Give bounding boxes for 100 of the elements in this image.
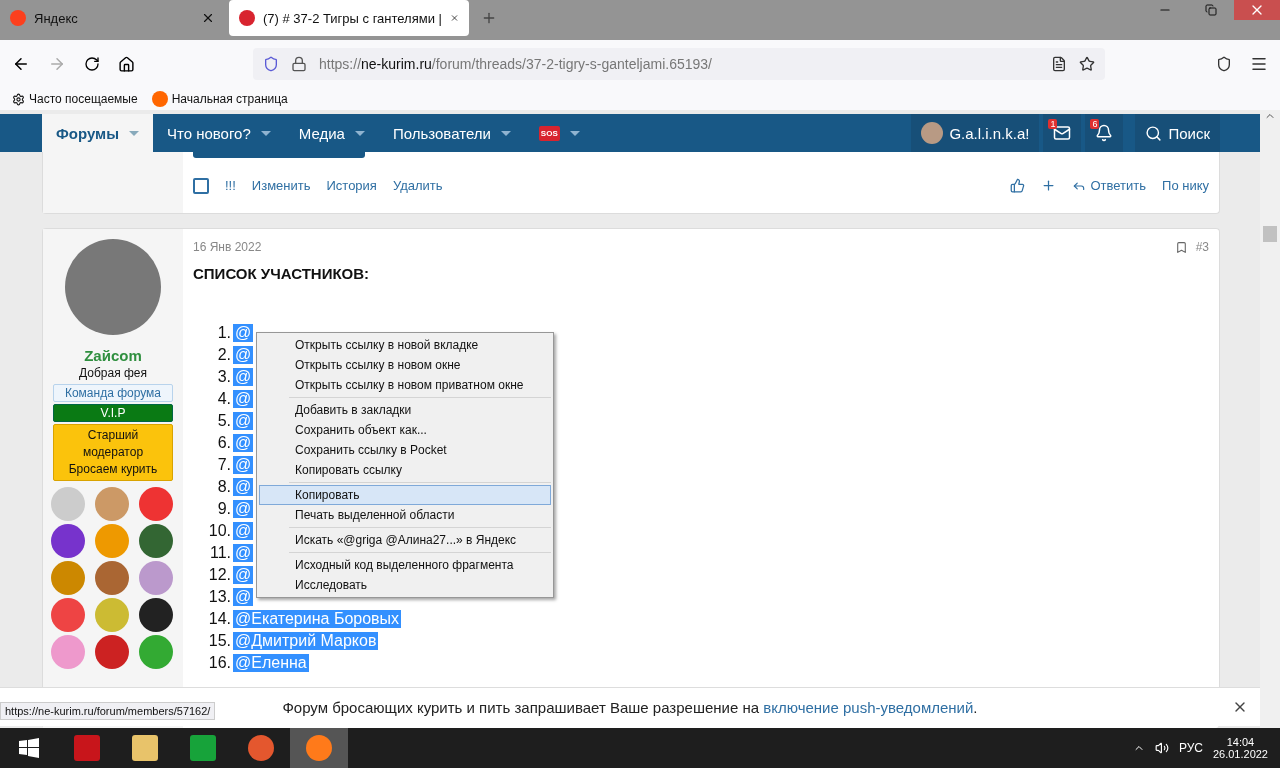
user-mention[interactable]: @ [233,324,254,342]
user-mention[interactable]: @ [233,522,254,540]
star-icon[interactable] [1079,56,1095,72]
post-action-link[interactable]: Удалить [392,178,443,193]
list-number: 9. [216,500,231,518]
menu-item[interactable]: Исследовать [259,575,551,595]
user-title: Добрая фея [78,366,147,380]
bookmark-icon[interactable] [1174,240,1188,254]
menu-item[interactable]: Копировать ссылку [259,460,551,480]
alerts-button[interactable]: 6 [1085,114,1124,152]
url-text: https://ne-kurim.ru/forum/threads/37-2-tigry-s-ganteljami.65193/ [319,56,713,72]
list-number: 4. [216,390,231,408]
bookmark-item[interactable]: Часто посещаемые [12,92,138,106]
list-number: 11. [208,544,231,562]
list-number: 5. [216,412,231,430]
post-action-link[interactable]: !!! [225,178,236,193]
site-icon [239,10,255,26]
nav-tab[interactable]: Что нового? [153,114,285,152]
nav-tab[interactable]: SOS [524,114,594,152]
list-number: 3. [216,368,231,386]
list-number: 14. [207,610,231,628]
award-icon[interactable] [139,598,173,632]
award-icon[interactable] [51,524,85,558]
menu-item[interactable]: Открыть ссылку в новом окне [259,355,551,375]
user-mention[interactable]: @Дмитрий Марков [233,632,379,650]
list-number: 7. [216,456,231,474]
user-mention[interactable]: @ [233,368,254,386]
user-mention[interactable]: @ [233,478,254,496]
user-mention[interactable]: @Еленна [233,654,309,672]
menu-item[interactable]: Сохранить объект как... [259,420,551,440]
post-action-link[interactable]: Изменить [251,178,311,193]
site-icon [10,10,26,26]
messages-button[interactable]: 1 [1043,114,1082,152]
award-icon[interactable] [139,524,173,558]
like-icon[interactable] [1010,178,1026,193]
menu-item[interactable]: Открыть ссылку в новой вкладке [259,335,551,355]
user-avatar [921,122,944,144]
back-icon[interactable] [12,55,30,73]
clock[interactable]: 14:04 26.01.2022 [1212,736,1268,760]
post-title: СПИСОК УЧАСТНИКОВ: [193,265,371,282]
menu-item[interactable]: Сохранить ссылку в Pocket [259,440,551,460]
author-name[interactable]: Zaйcom [84,347,142,364]
reload-icon[interactable] [84,56,100,72]
nav-tab[interactable]: Форумы [42,114,153,152]
list-number: 13. [207,588,231,606]
user-mention[interactable]: @ [233,434,254,452]
plus-icon[interactable] [1041,178,1057,193]
list-number: 15. [207,632,231,650]
quote-nick-link[interactable]: По нику [1162,178,1209,193]
language-indicator[interactable]: РУС [1178,741,1203,755]
browser-tab[interactable]: (7) # 37-2 Тигры с гантелями | [229,0,469,36]
nav-tab[interactable]: Пользователи [378,114,525,152]
address-field[interactable]: https://ne-kurim.ru/forum/threads/37-2-tigry-s-ganteljami.65193/ [253,48,1105,80]
post-number[interactable]: #3 [1195,240,1209,254]
close-icon[interactable] [201,11,215,25]
user-mention[interactable]: @ [233,456,254,474]
list-number: 1. [216,324,231,342]
user-mention[interactable]: @Екатерина Боровых [233,610,402,628]
tab-title: (7) # 37-2 Тигры с гантелями | [263,10,442,26]
menu-item[interactable]: Добавить в закладки [259,400,551,420]
user-mention[interactable]: @ [233,544,254,562]
search-button[interactable]: Поиск [1135,114,1220,152]
post-action-link[interactable]: История [326,178,377,193]
user-mention[interactable]: @ [233,588,254,606]
gear-icon [12,92,25,106]
bookmark-item[interactable]: Начальная страница [151,91,288,107]
status-url: https://ne-kurim.ru/forum/members/57162/ [0,702,216,720]
user-mention[interactable]: @ [233,390,254,408]
browser-taskbar-icon[interactable] [290,728,348,768]
select-checkbox[interactable] [193,177,209,194]
volume-icon[interactable] [1154,741,1169,755]
browser-tab[interactable]: Яндекс [0,0,225,36]
menu-item[interactable]: Открыть ссылку в новом приватном окне [259,375,551,395]
user-mention[interactable]: @ [233,500,254,518]
tab-title: Яндекс [34,10,79,26]
menu-item[interactable]: Печать выделенной области [259,505,551,525]
notice-text: Форум бросающих курить и пить запрашивает Ваше разрешение на включение push-уведомлений. [282,698,978,716]
user-banner: Старший модератор Бросаем курить [53,424,173,481]
menu-icon[interactable] [1250,55,1268,73]
user-mention[interactable]: @ [233,566,254,584]
list-number: 16. [207,654,231,672]
user-menu[interactable]: G.a.l.i.n.k.a! [911,114,1040,152]
lock-icon[interactable] [291,56,307,72]
user-banner: Команда форума [53,384,173,402]
list-number: 10. [207,522,231,540]
reader-icon[interactable] [1051,56,1067,72]
user-banner: V.I.P [53,404,173,422]
windows-logo [19,738,39,758]
menu-item[interactable]: Копировать [259,485,551,505]
user-mention[interactable]: @ [233,412,254,430]
home-icon[interactable] [118,55,135,73]
shield-icon[interactable] [263,56,279,72]
list-number: 12. [207,566,231,584]
menu-item[interactable]: Искать «@griga @Алина27...» в Яндекс [259,530,551,550]
user-mention[interactable]: @ [233,346,254,364]
scrollbar-thumb[interactable] [1263,226,1277,242]
menu-item[interactable]: Исходный код выделенного фрагмента [259,555,551,575]
reply-link[interactable]: Ответить [1072,178,1147,193]
list-number: 8. [216,478,231,496]
nav-tab[interactable]: Медиа [284,114,379,152]
